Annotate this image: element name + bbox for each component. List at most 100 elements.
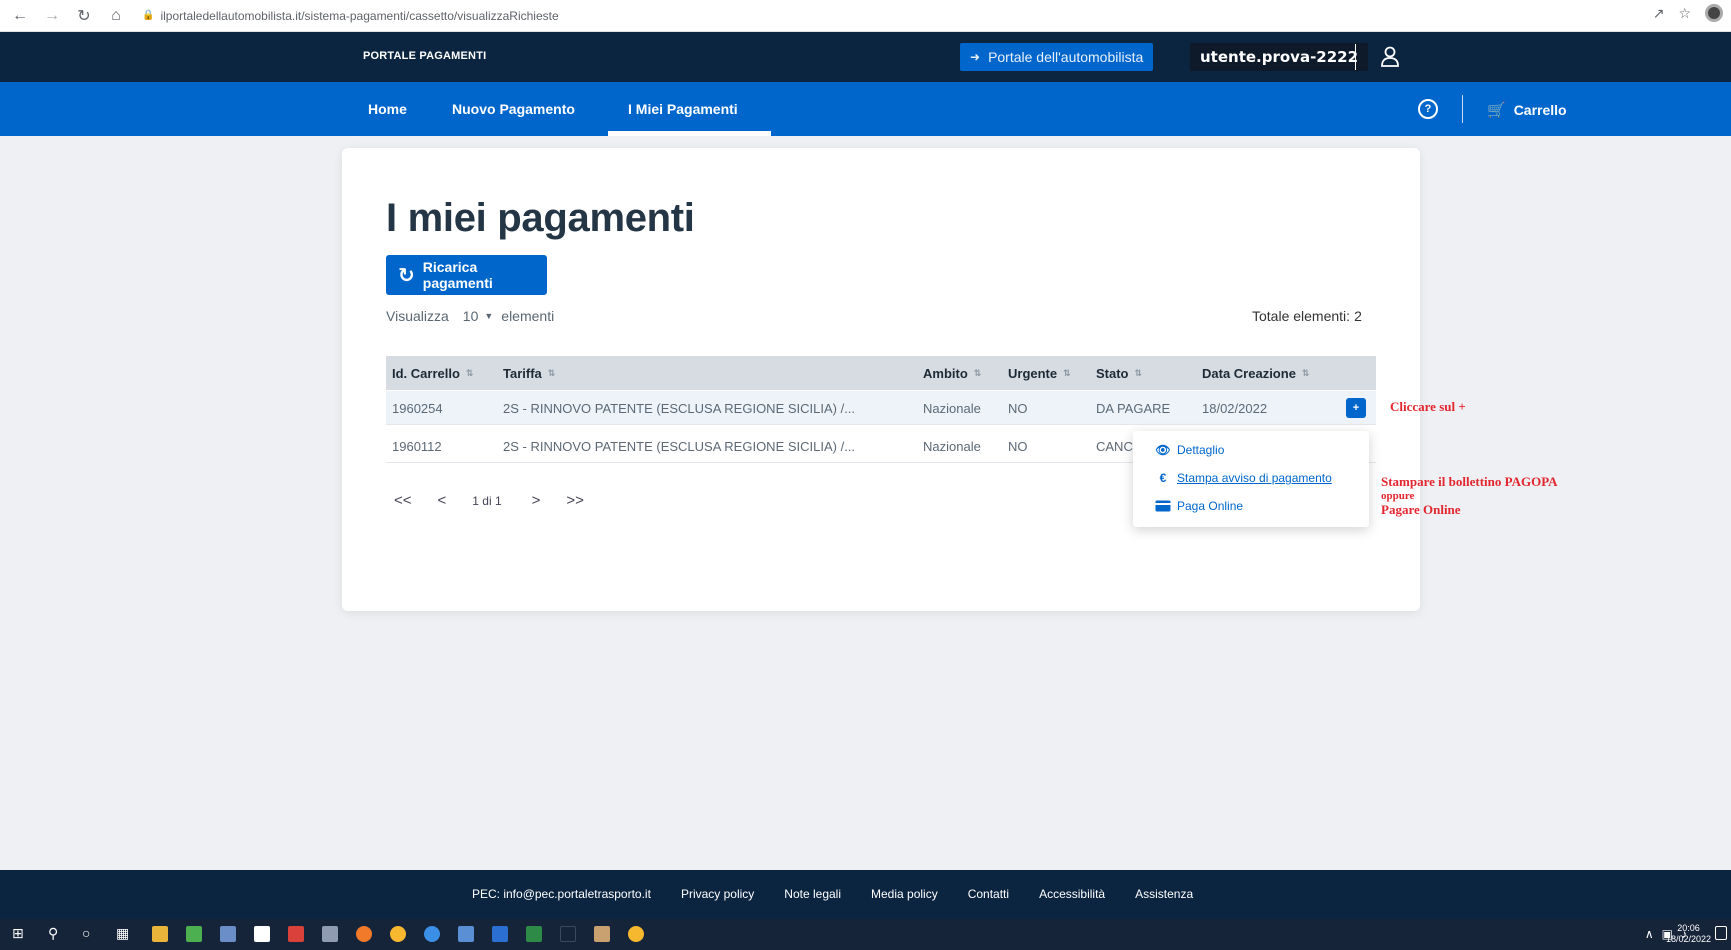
- forward-icon[interactable]: →: [40, 4, 64, 28]
- sign-in-icon: ➜: [970, 50, 981, 64]
- address-bar[interactable]: 🔒 ilportaledellautomobilista.it/sistema-…: [142, 9, 559, 23]
- column-data-creazione[interactable]: Data Creazione ⇅: [1202, 366, 1309, 381]
- reload-payments-button[interactable]: ↻ Ricarica pagamenti: [386, 255, 547, 295]
- profile-avatar[interactable]: [1705, 4, 1723, 22]
- footer: PEC: info@pec.portaletrasporto.it Privac…: [0, 870, 1731, 919]
- windows-start-icon[interactable]: ⊞: [12, 925, 24, 942]
- prev-page-button[interactable]: <: [438, 492, 447, 509]
- portal-title: PORTALE PAGAMENTI: [363, 50, 487, 62]
- column-id-carrello[interactable]: Id. Carrello ⇅: [392, 366, 473, 381]
- column-urgente[interactable]: Urgente ⇅: [1008, 366, 1071, 381]
- app-icon[interactable]: [322, 926, 338, 942]
- app-icon[interactable]: [458, 926, 474, 942]
- chrome-icon[interactable]: [628, 926, 644, 942]
- credit-card-icon: [1155, 500, 1171, 512]
- app-icon[interactable]: [594, 926, 610, 942]
- table-row[interactable]: 1960254 2S - RINNOVO PATENTE (ESCLUSA RE…: [386, 391, 1376, 425]
- word-icon[interactable]: [492, 926, 508, 942]
- last-page-button[interactable]: >>: [566, 492, 584, 509]
- username-badge[interactable]: utente.prova-2222: [1190, 43, 1369, 71]
- portale-automobilista-button[interactable]: ➜ Portale dell'automobilista: [960, 43, 1154, 71]
- os-taskbar: ⊞ ⚲ ○ ▦ ∧ ▣ ♪ 20:06 18/02/2022: [0, 919, 1731, 950]
- cart-link[interactable]: 🛒 Carrello: [1487, 101, 1567, 119]
- nav-nuovo-pagamento[interactable]: Nuovo Pagamento: [452, 101, 575, 117]
- first-page-button[interactable]: <<: [394, 492, 412, 509]
- menu-item-label: Dettaglio: [1177, 443, 1225, 457]
- app-icon[interactable]: [220, 926, 236, 942]
- cell-ambito: Nazionale: [923, 401, 981, 416]
- main-navigation: Home Nuovo Pagamento I Miei Pagamenti ? …: [0, 82, 1731, 136]
- browser-toolbar: ← → ↻ ⌂ 🔒 ilportaledellautomobilista.it/…: [0, 0, 1731, 32]
- app-icon[interactable]: [288, 926, 304, 942]
- cell-ambito: Nazionale: [923, 439, 981, 454]
- star-icon[interactable]: ☆: [1678, 5, 1691, 22]
- expand-actions-button[interactable]: +: [1346, 398, 1366, 418]
- total-value: 2: [1354, 308, 1362, 324]
- column-tariffa[interactable]: Tariffa ⇅: [503, 366, 555, 381]
- footer-link-contatti[interactable]: Contatti: [968, 887, 1009, 901]
- app-icon[interactable]: [186, 926, 202, 942]
- cell-id: 1960112: [392, 439, 442, 454]
- footer-link-pec[interactable]: PEC: info@pec.portaletrasporto.it: [472, 887, 651, 901]
- nav-divider: [1462, 95, 1463, 123]
- page-title: I miei pagamenti: [386, 196, 695, 240]
- menu-item-stampa-avviso[interactable]: € Stampa avviso di pagamento: [1155, 471, 1332, 485]
- column-ambito[interactable]: Ambito ⇅: [923, 366, 981, 381]
- task-view-icon[interactable]: ▦: [116, 925, 129, 942]
- euro-icon: €: [1159, 471, 1167, 485]
- menu-item-paga-online[interactable]: Paga Online: [1155, 499, 1243, 513]
- user-icon[interactable]: [1380, 46, 1400, 68]
- cell-id: 1960254: [392, 401, 443, 416]
- chrome-icon[interactable]: [390, 926, 406, 942]
- portale-automobilista-label: Portale dell'automobilista: [988, 49, 1144, 65]
- footer-link-note-legali[interactable]: Note legali: [784, 887, 841, 901]
- pagination: << < 1 di 1 > >>: [394, 492, 610, 509]
- back-icon[interactable]: ←: [8, 4, 32, 28]
- top-header: PORTALE PAGAMENTI ➜ Portale dell'automob…: [0, 32, 1731, 82]
- next-page-button[interactable]: >: [532, 492, 541, 509]
- share-icon[interactable]: ↗: [1653, 5, 1665, 22]
- refresh-icon: ↻: [398, 264, 415, 287]
- reload-icon[interactable]: ↻: [72, 4, 96, 28]
- lock-icon: 🔒: [142, 10, 155, 21]
- cart-label: Carrello: [1513, 102, 1567, 118]
- sort-icon: ⇅: [1301, 368, 1310, 378]
- reload-payments-label: Ricarica pagamenti: [422, 259, 493, 291]
- sort-icon: ⇅: [465, 368, 474, 378]
- notification-icon[interactable]: [1715, 926, 1727, 940]
- cell-stato: DA PAGARE: [1096, 401, 1171, 416]
- cell-data: 18/02/2022: [1202, 401, 1268, 416]
- cell-tariffa: 2S - RINNOVO PATENTE (ESCLUSA REGIONE SI…: [503, 401, 856, 416]
- excel-icon[interactable]: [526, 926, 542, 942]
- chevron-down-icon: ▼: [484, 311, 494, 321]
- cortana-icon[interactable]: ○: [82, 925, 90, 941]
- nav-miei-pagamenti[interactable]: I Miei Pagamenti: [628, 101, 738, 117]
- sort-icon: ⇅: [973, 368, 982, 378]
- footer-link-accessibilita[interactable]: Accessibilità: [1039, 887, 1105, 901]
- nav-home[interactable]: Home: [368, 101, 407, 117]
- app-icon[interactable]: [560, 926, 576, 942]
- firefox-icon[interactable]: [356, 926, 372, 942]
- home-icon[interactable]: ⌂: [104, 4, 128, 28]
- chevron-up-icon[interactable]: ∧: [1645, 927, 1654, 941]
- page-size-suffix: elementi: [501, 308, 555, 324]
- edge-icon[interactable]: [424, 926, 440, 942]
- eye-icon: 👁: [1155, 443, 1171, 457]
- sort-icon: ⇅: [1063, 368, 1071, 378]
- total-label: Totale elementi:: [1252, 308, 1351, 324]
- help-icon[interactable]: ?: [1418, 99, 1438, 119]
- search-icon[interactable]: ⚲: [48, 925, 58, 942]
- sort-icon: ⇅: [547, 368, 556, 378]
- clock-time: 20:06: [1677, 923, 1700, 933]
- column-stato[interactable]: Stato ⇅: [1096, 366, 1142, 381]
- menu-item-dettaglio[interactable]: 👁 Dettaglio: [1155, 443, 1224, 457]
- footer-link-privacy[interactable]: Privacy policy: [681, 887, 754, 901]
- file-explorer-icon[interactable]: [152, 926, 168, 942]
- page-size-select[interactable]: 10 ▼: [463, 308, 494, 324]
- sort-icon: ⇅: [1134, 368, 1143, 378]
- footer-link-media-policy[interactable]: Media policy: [871, 887, 938, 901]
- system-clock[interactable]: 20:06 18/02/2022: [1666, 923, 1711, 945]
- footer-link-assistenza[interactable]: Assistenza: [1135, 887, 1193, 901]
- annotation-pagare-online: Pagare Online: [1381, 502, 1461, 517]
- app-icon[interactable]: [254, 926, 270, 942]
